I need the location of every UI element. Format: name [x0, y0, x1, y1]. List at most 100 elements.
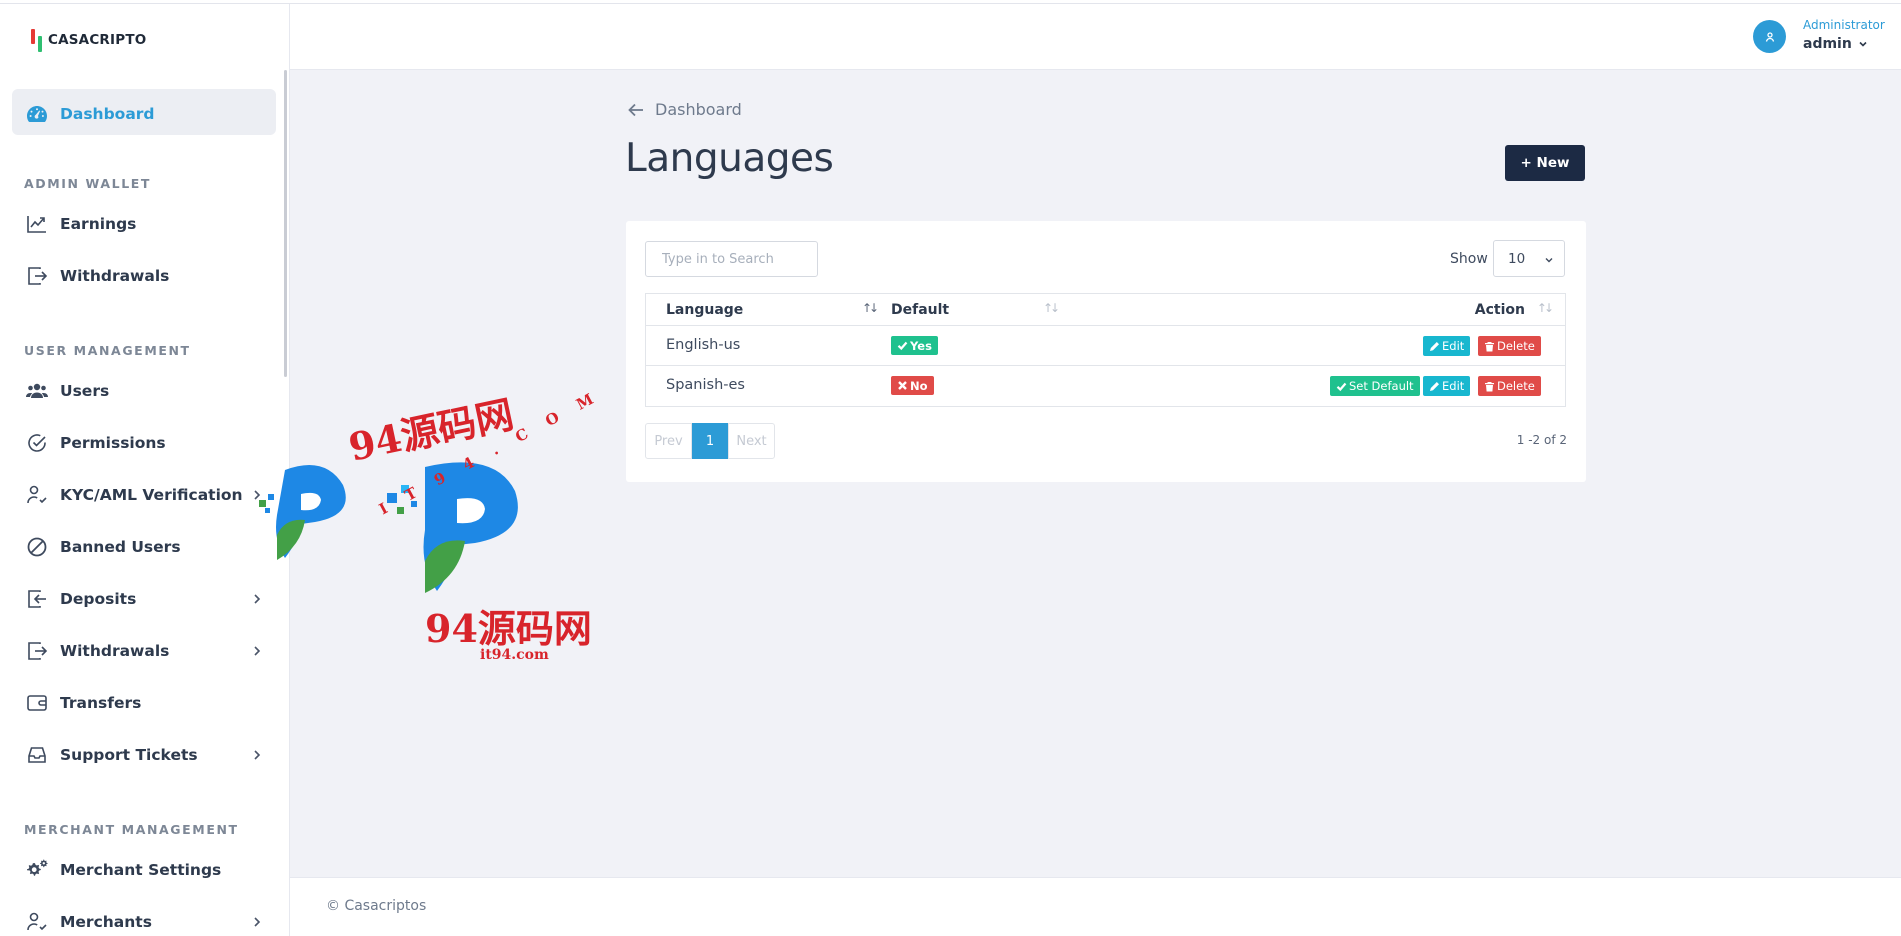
export-icon — [24, 263, 50, 289]
page-size-value: 10 — [1508, 250, 1526, 267]
sidebar-item-label: Earnings — [60, 215, 137, 233]
sidebar-item-label: Merchants — [60, 913, 152, 931]
edit-label: Edit — [1442, 339, 1465, 353]
trend-chart-icon — [24, 211, 50, 237]
page-1-button[interactable]: 1 — [692, 423, 728, 459]
watermark-url: it94.com — [480, 647, 549, 663]
sidebar-item-merchants[interactable]: Merchants — [24, 908, 264, 936]
sidebar-item-label: Banned Users — [60, 538, 181, 556]
user-role: Administrator — [1803, 18, 1885, 32]
ban-icon — [24, 534, 50, 560]
sidebar-item-merchant-settings[interactable]: Merchant Settings — [24, 856, 264, 884]
user-menu-toggle[interactable]: admin — [1803, 36, 1868, 52]
sidebar-item-support-tickets[interactable]: Support Tickets — [24, 741, 264, 769]
watermark-p-logo-small — [259, 465, 346, 560]
logo-icon — [30, 28, 45, 52]
column-header-language[interactable]: Language — [666, 302, 743, 318]
brand-name: CASACRIPTO — [48, 32, 147, 48]
column-header-default[interactable]: Default — [891, 302, 949, 318]
user-check-icon — [24, 909, 50, 935]
username: admin — [1803, 36, 1852, 52]
sort-icon: ↑↓ — [1536, 301, 1554, 315]
edit-button[interactable]: Edit — [1423, 336, 1471, 356]
default-yes-badge: Yes — [891, 336, 938, 355]
sidebar-item-banned-users[interactable]: Banned Users — [24, 533, 264, 561]
brand-logo[interactable]: CASACRIPTO — [30, 26, 146, 54]
page-size-select[interactable]: 10 — [1493, 240, 1565, 277]
check-icon — [897, 341, 908, 351]
sidebar-scrollbar[interactable] — [284, 70, 287, 377]
languages-card: Show 10 Language ↑↓ Default ↑↓ Action ↑↓… — [626, 221, 1586, 482]
edit-label: Edit — [1442, 379, 1465, 393]
sidebar-item-transfers[interactable]: Transfers — [24, 689, 264, 717]
edit-button[interactable]: Edit — [1423, 376, 1471, 396]
top-header — [290, 4, 1901, 70]
pencil-icon — [1430, 381, 1439, 391]
user-icon — [1765, 31, 1774, 42]
arrow-left-icon — [628, 103, 643, 116]
user-avatar[interactable] — [1753, 20, 1786, 53]
sidebar-item-label: Permissions — [60, 434, 166, 452]
delete-label: Delete — [1497, 379, 1535, 393]
trash-icon — [1485, 341, 1494, 351]
check-circle-icon — [24, 430, 50, 456]
show-label: Show — [1450, 251, 1488, 267]
sidebar-item-label: Dashboard — [60, 105, 155, 123]
new-language-button[interactable]: + New — [1505, 145, 1585, 181]
table-row: Spanish-es No Set Default Edit Delete — [646, 366, 1565, 406]
user-check-icon — [24, 482, 50, 508]
import-icon — [24, 586, 50, 612]
language-cell: English-us — [666, 337, 741, 353]
sidebar-item-permissions[interactable]: Permissions — [24, 429, 264, 457]
back-to-dashboard-link[interactable]: Dashboard — [627, 100, 742, 119]
section-heading-merchant-management: MERCHANT MANAGEMENT — [24, 822, 239, 837]
section-heading-user-management: USER MANAGEMENT — [24, 343, 191, 358]
sidebar-item-label: Transfers — [60, 694, 142, 712]
section-heading-admin-wallet: ADMIN WALLET — [24, 176, 152, 191]
sidebar-item-wallet-withdrawals[interactable]: Withdrawals — [24, 262, 264, 290]
sidebar-item-dashboard[interactable]: Dashboard — [24, 100, 264, 128]
sidebar-item-earnings[interactable]: Earnings — [24, 210, 264, 238]
check-icon — [1336, 382, 1347, 391]
sort-icon[interactable]: ↑↓ — [862, 301, 879, 315]
sidebar-item-label: Withdrawals — [60, 267, 170, 285]
set-default-button[interactable]: Set Default — [1330, 376, 1420, 396]
sidebar-item-label: Deposits — [60, 590, 137, 608]
footer: © Casacriptos — [290, 877, 1901, 936]
sidebar-item-deposits[interactable]: Deposits — [24, 585, 264, 613]
sidebar-item-withdrawals[interactable]: Withdrawals — [24, 637, 264, 665]
table-row: English-us Yes Edit Delete — [646, 326, 1565, 366]
column-header-action: Action — [1474, 302, 1525, 318]
pencil-icon — [1430, 341, 1439, 351]
page-title: Languages — [625, 136, 834, 181]
copyright-text: © Casacriptos — [326, 898, 427, 914]
x-icon — [898, 381, 907, 390]
chevron-down-icon — [1859, 41, 1867, 47]
badge-label: Yes — [910, 338, 932, 353]
results-range: 1 -2 of 2 — [1516, 433, 1567, 447]
trash-icon — [1485, 381, 1494, 391]
languages-table: Language ↑↓ Default ↑↓ Action ↑↓ English… — [645, 293, 1566, 407]
sort-icon[interactable]: ↑↓ — [1043, 301, 1060, 315]
delete-button[interactable]: Delete — [1478, 336, 1541, 356]
language-cell: Spanish-es — [666, 377, 745, 393]
prev-page-button[interactable]: Prev — [645, 423, 692, 459]
sidebar-item-label: Support Tickets — [60, 746, 198, 764]
sidebar-item-kyc[interactable]: KYC/AML Verification — [24, 481, 264, 509]
next-page-button[interactable]: Next — [728, 423, 775, 459]
table-header-row: Language ↑↓ Default ↑↓ Action ↑↓ — [646, 294, 1565, 326]
delete-button[interactable]: Delete — [1478, 376, 1541, 396]
gears-icon — [24, 857, 50, 883]
set-default-label: Set Default — [1349, 379, 1414, 393]
wallet-icon — [24, 690, 50, 716]
watermark-overlay: 94源码网 IT94.COM 94源码网 it94.com — [255, 360, 616, 670]
watermark-text: 94源码网 — [425, 606, 592, 651]
search-input[interactable] — [645, 241, 818, 277]
sidebar-item-label: Withdrawals — [60, 642, 170, 660]
delete-label: Delete — [1497, 339, 1535, 353]
inbox-icon — [24, 742, 50, 768]
pagination: Prev 1 Next — [645, 423, 775, 459]
sidebar-item-users[interactable]: Users — [24, 377, 264, 405]
sidebar: CASACRIPTO Dashboard ADMIN WALLET Earnin… — [0, 4, 290, 936]
default-no-badge: No — [891, 376, 934, 395]
